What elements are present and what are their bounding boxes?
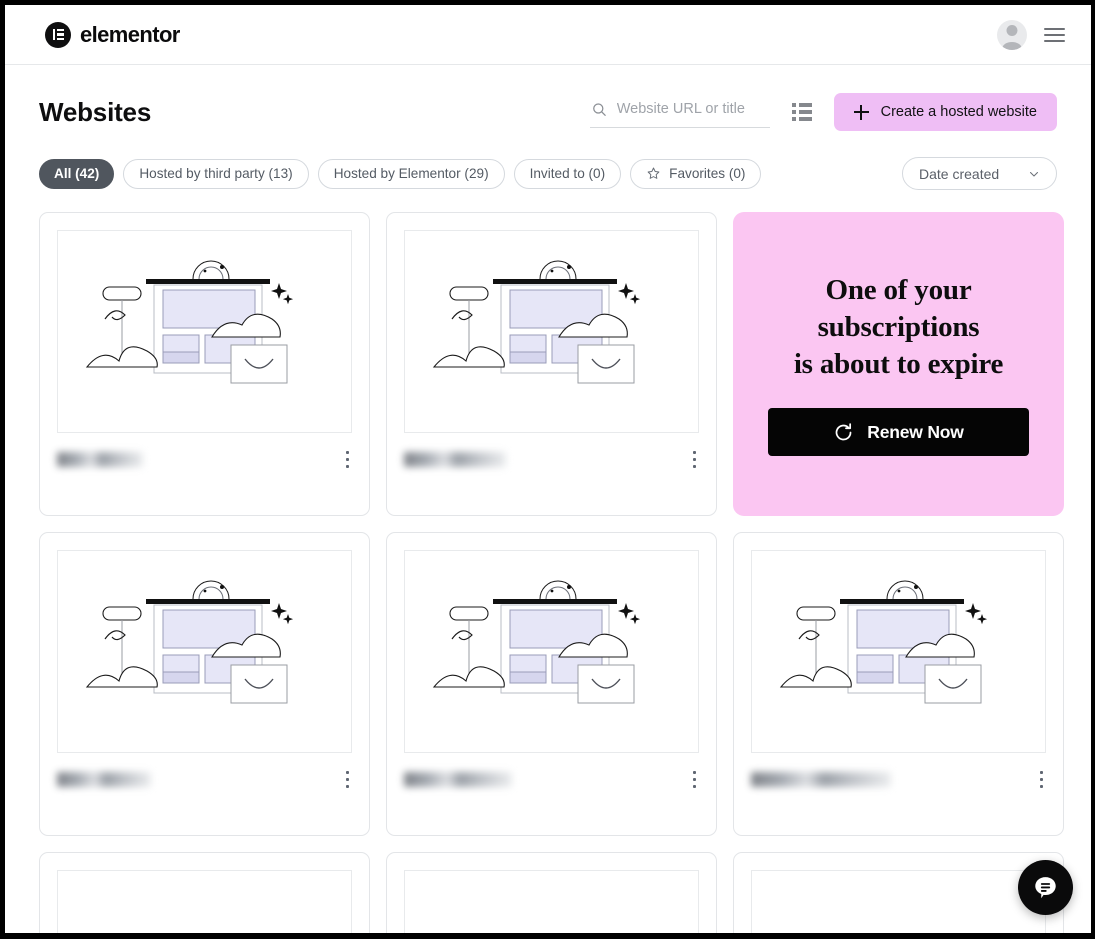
hamburger-menu-icon[interactable] [1044, 27, 1065, 42]
chat-support-button[interactable] [1018, 860, 1073, 915]
filter-chip-invited-to[interactable]: Invited to (0) [513, 158, 622, 189]
create-hosted-website-button[interactable]: Create a hosted website [833, 93, 1057, 131]
page-title: Websites [39, 96, 152, 127]
more-vertical-icon[interactable] [1036, 767, 1047, 792]
app-window: elementor Websites Website URL or title … [0, 0, 1095, 939]
page-header: Websites Create a hosted website [5, 65, 1091, 131]
website-thumbnail [751, 550, 1046, 753]
website-card[interactable] [386, 532, 717, 836]
star-icon [647, 167, 660, 179]
filter-chip-label: All (42) [54, 166, 100, 181]
website-title-redacted [751, 772, 891, 788]
sort-dropdown-value: Date created [919, 165, 1000, 182]
website-card[interactable] [733, 532, 1064, 836]
user-avatar-icon[interactable] [997, 19, 1027, 50]
brand-name: elementor [80, 21, 180, 47]
website-placeholder-illustration [779, 580, 988, 703]
website-thumbnail [57, 230, 352, 433]
filter-chip-label: Hosted by Elementor (29) [333, 166, 489, 181]
website-title-redacted [404, 772, 512, 788]
chevron-down-icon [1029, 171, 1039, 177]
promo-title-line-1: One of your [825, 273, 972, 306]
more-vertical-icon[interactable] [689, 767, 700, 792]
website-placeholder-illustration [432, 260, 641, 383]
promo-title: One of your subscriptions is about to ex… [793, 272, 1004, 383]
filter-chip-favorites[interactable]: Favorites (0) [630, 158, 762, 189]
website-card-footer [387, 433, 716, 472]
promo-title-line-2: subscriptions [817, 310, 980, 343]
brand-logo[interactable]: elementor [45, 21, 180, 48]
website-title-redacted [404, 452, 506, 468]
website-thumbnail [404, 230, 699, 433]
website-card[interactable] [39, 532, 370, 836]
website-card-footer [40, 753, 369, 792]
website-title-redacted [57, 452, 143, 468]
website-placeholder-illustration [432, 580, 641, 703]
website-card[interactable] [386, 212, 717, 516]
filter-bar: All (42) Hosted by third party (13) Host… [5, 131, 1091, 190]
filter-chip-hosted-elementor[interactable]: Hosted by Elementor (29) [317, 158, 505, 189]
filter-chip-hosted-third-party[interactable]: Hosted by third party (13) [123, 158, 309, 189]
website-thumbnail [57, 550, 352, 753]
website-placeholder-illustration [85, 580, 294, 703]
filter-chip-label: Favorites (0) [669, 166, 746, 181]
subscription-expiry-promo-card: One of your subscriptions is about to ex… [733, 212, 1064, 516]
website-card-footer [40, 433, 369, 472]
filter-chip-label: Invited to (0) [529, 166, 606, 181]
search-input[interactable] [616, 101, 769, 117]
list-view-icon [792, 103, 812, 121]
more-vertical-icon[interactable] [342, 767, 353, 792]
more-vertical-icon[interactable] [342, 447, 353, 472]
website-thumbnail [404, 870, 699, 933]
renew-button-label: Renew Now [867, 421, 964, 442]
website-card-footer [734, 753, 1063, 792]
website-title-redacted [57, 772, 151, 788]
website-thumbnail [404, 550, 699, 753]
website-placeholder-illustration [85, 260, 294, 383]
website-card[interactable] [39, 212, 370, 516]
filter-chip-group: All (42) Hosted by third party (13) Host… [39, 158, 762, 189]
search-icon [593, 102, 606, 116]
promo-title-line-3: is about to expire [793, 348, 1004, 381]
website-card[interactable] [39, 852, 370, 933]
chat-bubble-icon [1035, 877, 1056, 899]
more-vertical-icon[interactable] [689, 447, 700, 472]
renew-now-button[interactable]: Renew Now [768, 408, 1029, 457]
elementor-logo-icon [45, 21, 71, 48]
filter-chip-all[interactable]: All (42) [39, 158, 115, 189]
website-card[interactable] [733, 852, 1064, 933]
website-card[interactable] [386, 852, 717, 933]
topbar-actions [997, 19, 1065, 50]
header-tools: Create a hosted website [590, 93, 1057, 131]
create-button-label: Create a hosted website [880, 104, 1037, 120]
sort-dropdown[interactable]: Date created [902, 157, 1057, 190]
website-thumbnail [57, 870, 352, 933]
top-navigation-bar: elementor [5, 5, 1091, 65]
filter-chip-label: Hosted by third party (13) [139, 166, 293, 181]
search-box[interactable] [590, 97, 771, 128]
plus-icon [853, 104, 869, 120]
refresh-icon [835, 422, 852, 441]
list-view-toggle-button[interactable] [790, 101, 814, 123]
website-thumbnail [751, 870, 1046, 933]
website-card-footer [387, 753, 716, 792]
websites-grid: One of your subscriptions is about to ex… [5, 190, 1091, 933]
